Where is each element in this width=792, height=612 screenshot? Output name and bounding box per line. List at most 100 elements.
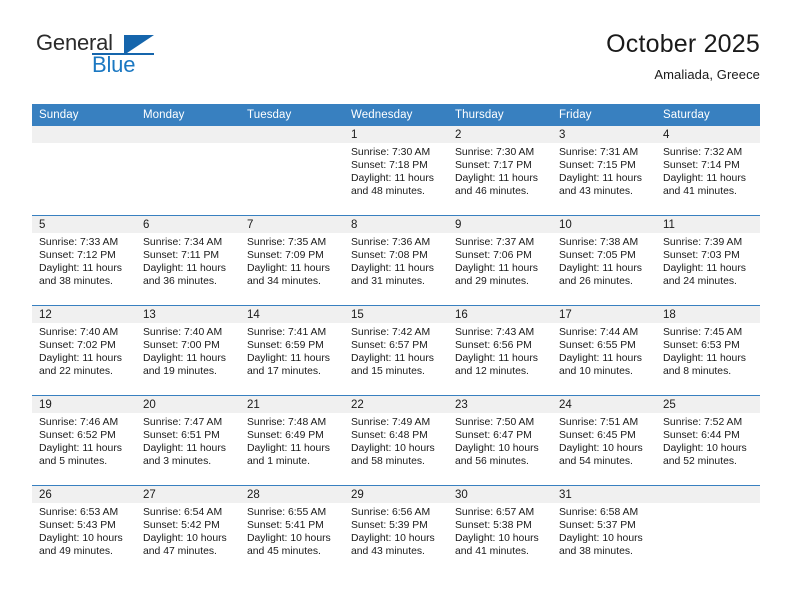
calendar-day-cell[interactable]: 23 Sunrise: 7:50 AM Sunset: 6:47 PM Dayligh… [448,395,552,486]
weekday-header-wednesday: Wednesday [344,104,448,126]
calendar-day-cell[interactable]: 17 Sunrise: 7:44 AM Sunset: 6:55 PM Dayligh… [552,305,656,396]
sunset-text: Sunset: 6:55 PM [559,340,636,352]
sunrise-text: Sunrise: 7:30 AM [455,147,535,158]
weekday-header-thursday: Thursday [448,104,552,126]
day-number: 2 [448,126,552,143]
sunset-text: Sunset: 6:49 PM [247,430,324,442]
weekday-header-friday: Friday [552,104,656,126]
sunset-text: Sunset: 7:12 PM [39,250,116,262]
daylight-text: Daylight: 10 hours and 54 minutes. [559,443,643,468]
sunset-text: Sunset: 5:41 PM [247,520,324,532]
calendar-page: General Blue October 2025 Amaliada, Gree… [0,0,792,612]
day-details: Sunrise: 7:41 AM Sunset: 6:59 PM Daylight:… [240,323,344,378]
day-number: 5 [32,216,136,233]
calendar-day-cell[interactable]: 9 Sunrise: 7:37 AM Sunset: 7:06 PM Daylight… [448,215,552,306]
day-number: 6 [136,216,240,233]
sunset-text: Sunset: 6:47 PM [455,430,532,442]
sunset-text: Sunset: 7:08 PM [351,250,428,262]
calendar-week-row: 26 Sunrise: 6:53 AM Sunset: 5:43 PM Dayligh… [32,485,760,575]
sunrise-text: Sunrise: 7:34 AM [143,237,223,248]
day-number: 4 [656,126,760,143]
calendar-day-cell[interactable]: 5 Sunrise: 7:33 AM Sunset: 7:12 PM Daylight… [32,215,136,306]
day-details: Sunrise: 7:38 AM Sunset: 7:05 PM Daylight:… [552,233,656,288]
calendar-day-cell[interactable]: 1 Sunrise: 7:30 AM Sunset: 7:18 PM Daylight… [344,126,448,216]
calendar-day-cell[interactable]: 4 Sunrise: 7:32 AM Sunset: 7:14 PM Daylight… [656,126,760,216]
day-number: 15 [344,306,448,323]
sunrise-text: Sunrise: 7:30 AM [351,147,431,158]
sunset-text: Sunset: 5:42 PM [143,520,220,532]
sunrise-text: Sunrise: 7:35 AM [247,237,327,248]
calendar-day-cell[interactable]: 28 Sunrise: 6:55 AM Sunset: 5:41 PM Dayligh… [240,485,344,575]
sunset-text: Sunset: 5:43 PM [39,520,116,532]
calendar-day-cell[interactable]: 6 Sunrise: 7:34 AM Sunset: 7:11 PM Daylight… [136,215,240,306]
sunrise-text: Sunrise: 7:42 AM [351,327,431,338]
calendar-day-cell[interactable]: 8 Sunrise: 7:36 AM Sunset: 7:08 PM Daylight… [344,215,448,306]
calendar-day-cell[interactable]: 15 Sunrise: 7:42 AM Sunset: 6:57 PM Dayligh… [344,305,448,396]
calendar-day-cell[interactable]: 26 Sunrise: 6:53 AM Sunset: 5:43 PM Dayligh… [32,485,136,575]
general-blue-logo[interactable]: General Blue [32,30,162,86]
day-number: 8 [344,216,448,233]
calendar-day-cell[interactable]: 29 Sunrise: 6:56 AM Sunset: 5:39 PM Dayligh… [344,485,448,575]
sunset-text: Sunset: 6:45 PM [559,430,636,442]
calendar-day-cell[interactable]: 3 Sunrise: 7:31 AM Sunset: 7:15 PM Daylight… [552,126,656,216]
day-number: 28 [240,486,344,503]
day-details: Sunrise: 7:39 AM Sunset: 7:03 PM Daylight:… [656,233,760,288]
day-number [656,486,760,503]
daylight-text: Daylight: 11 hours and 38 minutes. [39,263,122,288]
calendar-day-cell[interactable]: 25 Sunrise: 7:52 AM Sunset: 6:44 PM Dayligh… [656,395,760,486]
calendar-day-cell[interactable]: 31 Sunrise: 6:58 AM Sunset: 5:37 PM Dayligh… [552,485,656,575]
calendar-day-cell[interactable]: 11 Sunrise: 7:39 AM Sunset: 7:03 PM Dayligh… [656,215,760,306]
calendar-day-cell[interactable]: 2 Sunrise: 7:30 AM Sunset: 7:17 PM Daylight… [448,126,552,216]
sunset-text: Sunset: 7:00 PM [143,340,220,352]
calendar-day-cell[interactable]: 12 Sunrise: 7:40 AM Sunset: 7:02 PM Dayligh… [32,305,136,396]
calendar-day-cell[interactable]: 18 Sunrise: 7:45 AM Sunset: 6:53 PM Dayligh… [656,305,760,396]
calendar-day-cell[interactable]: 21 Sunrise: 7:48 AM Sunset: 6:49 PM Dayligh… [240,395,344,486]
calendar-week-row: 5 Sunrise: 7:33 AM Sunset: 7:12 PM Daylight… [32,215,760,306]
calendar-cell-empty [136,126,240,216]
calendar-day-cell[interactable]: 22 Sunrise: 7:49 AM Sunset: 6:48 PM Dayligh… [344,395,448,486]
daylight-text: Daylight: 10 hours and 45 minutes. [247,533,331,558]
daylight-text: Daylight: 11 hours and 46 minutes. [455,173,538,198]
calendar-day-cell[interactable]: 20 Sunrise: 7:47 AM Sunset: 6:51 PM Dayligh… [136,395,240,486]
day-details: Sunrise: 7:50 AM Sunset: 6:47 PM Daylight:… [448,413,552,468]
sunrise-text: Sunrise: 6:53 AM [39,507,119,518]
day-number: 23 [448,396,552,413]
sunrise-text: Sunrise: 7:37 AM [455,237,535,248]
calendar-day-cell[interactable]: 7 Sunrise: 7:35 AM Sunset: 7:09 PM Daylight… [240,215,344,306]
daylight-text: Daylight: 10 hours and 43 minutes. [351,533,435,558]
day-details: Sunrise: 6:55 AM Sunset: 5:41 PM Daylight:… [240,503,344,558]
calendar-day-cell[interactable]: 16 Sunrise: 7:43 AM Sunset: 6:56 PM Dayligh… [448,305,552,396]
daylight-text: Daylight: 11 hours and 41 minutes. [663,173,746,198]
day-number [136,126,240,143]
sunrise-text: Sunrise: 7:31 AM [559,147,639,158]
calendar-week-row: 1 Sunrise: 7:30 AM Sunset: 7:18 PM Daylight… [32,126,760,216]
sunrise-text: Sunrise: 7:41 AM [247,327,327,338]
day-number: 25 [656,396,760,413]
calendar-day-cell[interactable]: 10 Sunrise: 7:38 AM Sunset: 7:05 PM Dayligh… [552,215,656,306]
sunrise-text: Sunrise: 6:58 AM [559,507,639,518]
sunrise-text: Sunrise: 7:32 AM [663,147,743,158]
daylight-text: Daylight: 11 hours and 26 minutes. [559,263,642,288]
calendar-cell-empty [32,126,136,216]
day-number: 16 [448,306,552,323]
calendar-day-cell[interactable]: 19 Sunrise: 7:46 AM Sunset: 6:52 PM Dayligh… [32,395,136,486]
calendar-day-cell[interactable]: 27 Sunrise: 6:54 AM Sunset: 5:42 PM Dayligh… [136,485,240,575]
day-details: Sunrise: 7:37 AM Sunset: 7:06 PM Daylight:… [448,233,552,288]
calendar-day-cell[interactable]: 13 Sunrise: 7:40 AM Sunset: 7:00 PM Dayligh… [136,305,240,396]
day-details: Sunrise: 7:31 AM Sunset: 7:15 PM Daylight:… [552,143,656,198]
calendar-day-cell[interactable]: 14 Sunrise: 7:41 AM Sunset: 6:59 PM Dayligh… [240,305,344,396]
sunset-text: Sunset: 6:44 PM [663,430,740,442]
daylight-text: Daylight: 11 hours and 5 minutes. [39,443,122,468]
day-number: 22 [344,396,448,413]
day-number: 27 [136,486,240,503]
daylight-text: Daylight: 11 hours and 24 minutes. [663,263,746,288]
daylight-text: Daylight: 11 hours and 34 minutes. [247,263,330,288]
daylight-text: Daylight: 10 hours and 38 minutes. [559,533,643,558]
calendar-day-cell[interactable]: 30 Sunrise: 6:57 AM Sunset: 5:38 PM Dayligh… [448,485,552,575]
daylight-text: Daylight: 11 hours and 17 minutes. [247,353,330,378]
sunrise-text: Sunrise: 7:44 AM [559,327,639,338]
calendar-day-cell[interactable]: 24 Sunrise: 7:51 AM Sunset: 6:45 PM Dayligh… [552,395,656,486]
day-number: 21 [240,396,344,413]
sunrise-text: Sunrise: 7:50 AM [455,417,535,428]
day-number: 10 [552,216,656,233]
